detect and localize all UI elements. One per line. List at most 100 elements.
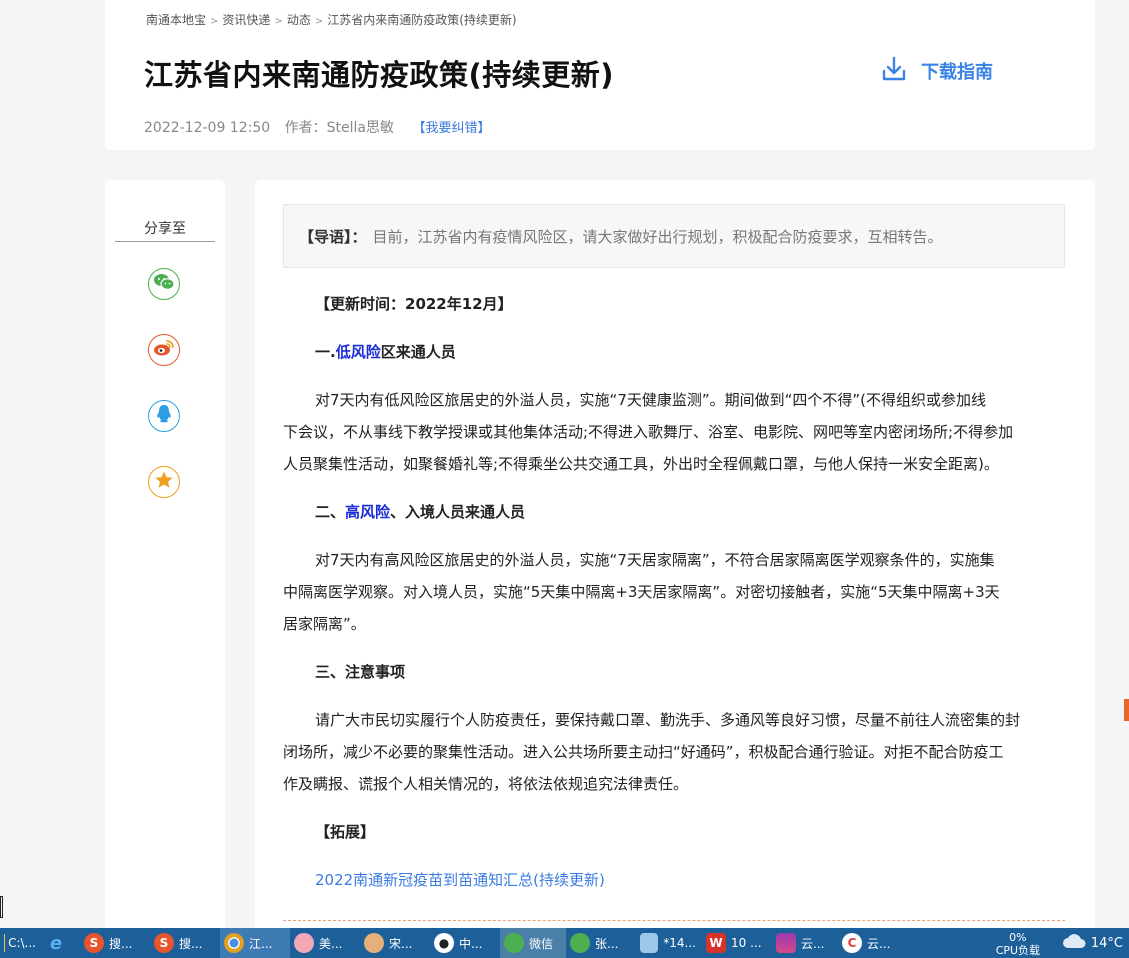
taskbar-label: 张... <box>595 936 619 951</box>
lead-label: 【导语】： <box>299 227 367 246</box>
section-prefix: 二、 <box>315 503 346 521</box>
publish-date: 2022-12-09 12:50 <box>144 120 271 136</box>
paragraph-low-risk: 对7天内有低风险区旅居史的外溢人员，实施“7天健康监测”。期间做到“四个不得”(… <box>283 384 1068 480</box>
taskbar-label: 搜... <box>179 936 203 951</box>
breadcrumb: 南通本地宝 > 资讯快递 > 动态 > 江苏省内来南通防疫政策(持续更新) <box>146 11 517 28</box>
taskbar-label: 云... <box>801 936 825 951</box>
article-meta: 2022-12-09 12:50 作者：Stella思敏 【我要纠错】 <box>144 117 490 137</box>
paragraph-line: 闭场所，减少不必要的聚集性活动。进入公共场所要主动扫“好通码”，积极配合通行验证… <box>283 743 1004 761</box>
taskbar-item-ie[interactable]: e <box>42 928 80 958</box>
breadcrumb-separator: > <box>274 16 283 27</box>
paragraph-high-risk: 对7天内有高风险区旅居史的外溢人员，实施“7天居家隔离”，不符合居家隔离医学观察… <box>283 544 1068 640</box>
ie-icon: e <box>49 932 63 954</box>
download-icon <box>881 56 907 86</box>
paragraph-line: 对7天内有低风险区旅居史的外溢人员，实施“7天健康监测”。期间做到“四个不得”(… <box>315 391 987 409</box>
cpu-load-meter[interactable]: 0% CPU负载 <box>986 928 1050 958</box>
extension-link[interactable]: 2022南通新冠疫苗到苗通知汇总(持续更新) <box>283 864 1068 896</box>
wechat-icon <box>153 273 175 295</box>
penguin-icon: ● <box>434 933 454 953</box>
extension-heading: 【拓展】 <box>315 823 376 841</box>
qq-icon <box>155 404 173 428</box>
paragraph-line: 对7天内有高风险区旅居史的外溢人员，实施“7天居家隔离”，不符合居家隔离医学观察… <box>315 551 995 569</box>
section-heading-low-risk: 一.低风险区来通人员 <box>283 336 1068 368</box>
wps-icon: W <box>706 933 726 953</box>
share-qzone-button[interactable] <box>148 466 180 498</box>
star-icon <box>154 470 174 494</box>
update-time: 【更新时间：2022年12月】 <box>315 295 513 313</box>
report-error-link[interactable]: 【我要纠错】 <box>412 121 490 136</box>
breadcrumb-current: 江苏省内来南通防疫政策(持续更新) <box>327 13 517 27</box>
cloud-app-icon: C <box>842 933 862 953</box>
taskbar-item-sogou-1[interactable]: S 搜... <box>80 928 150 958</box>
content-divider <box>283 920 1065 921</box>
breadcrumb-dynamic[interactable]: 动态 <box>287 13 311 27</box>
low-risk-keyword: 低风险 <box>335 343 381 361</box>
share-weibo-button[interactable] <box>148 334 180 366</box>
share-sidebar: 分享至 <box>105 180 225 940</box>
article-header: 南通本地宝 > 资讯快递 > 动态 > 江苏省内来南通防疫政策(持续更新) 江苏省内来南通防… <box>105 0 1095 150</box>
share-title: 分享至 <box>144 221 186 237</box>
section-prefix: 一. <box>315 343 336 361</box>
taskbar-item-penguin[interactable]: ● 中... <box>430 928 500 958</box>
temperature: 14°C <box>1090 935 1123 951</box>
weather-widget[interactable]: 14°C <box>1050 933 1129 953</box>
taskbar-item-cloud[interactable]: C 云... <box>838 928 904 958</box>
lead-box: 【导语】： 目前，江苏省内有疫情风险区，请大家做好出行规划，积极配合防疫要求，互… <box>283 204 1065 268</box>
high-risk-keyword: 高风险 <box>345 503 391 521</box>
taskbar-item-sogou-2[interactable]: S 搜... <box>150 928 220 958</box>
author: 作者：Stella思敏 <box>284 120 394 136</box>
share-wechat-button[interactable] <box>148 268 180 300</box>
taskbar-item-explorer[interactable]: C:\... <box>0 928 42 958</box>
taskbar-item-meitu[interactable]: 美... <box>290 928 360 958</box>
wechat-icon <box>504 933 524 953</box>
paragraph-line: 作及瞒报、谎报个人相关情况的，将依法依规追究法律责任。 <box>283 775 689 793</box>
taskbar-item-wechat-chat[interactable]: 张... <box>566 928 636 958</box>
system-tray: 0% CPU负载 14°C <box>986 928 1129 958</box>
cpu-label: CPU负载 <box>995 944 1041 957</box>
taskbar-label: 中... <box>459 936 483 951</box>
breadcrumb-separator: > <box>210 16 219 27</box>
text-cursor <box>0 896 3 918</box>
taskbar-label: 10 ... <box>731 936 762 950</box>
paragraph-line: 下会议，不从事线下教学授课或其他集体活动;不得进入歌舞厅、浴室、电影院、网吧等室… <box>283 423 1014 441</box>
paragraph-line: 中隔离医学观察。对入境人员，实施“5天集中隔离+3天居家隔离”。对密切接触者，实… <box>283 583 1000 601</box>
section-heading-notes: 三、注意事项 <box>315 663 406 681</box>
taskbar-item-notepad[interactable]: *14... <box>636 928 702 958</box>
weibo-icon <box>153 339 175 361</box>
paragraph-notes: 请广大市民切实履行个人防疫责任，要保持戴口罩、勤洗手、多通风等良好习惯，尽量不前… <box>283 704 1068 800</box>
chrome-icon <box>224 933 244 953</box>
taskbar-label: C:\... <box>8 936 36 950</box>
taskbar-label: 江... <box>249 936 273 951</box>
cloud-icon <box>1062 933 1086 953</box>
lead-text: 目前，江苏省内有疫情风险区，请大家做好出行规划，积极配合防疫要求，互相转告。 <box>372 227 943 246</box>
taskbar-item-song[interactable]: 宋... <box>360 928 430 958</box>
notepad-icon <box>640 933 659 953</box>
scroll-to-top-tab[interactable] <box>1124 699 1129 721</box>
taskbar-item-wps[interactable]: W 10 ... <box>702 928 772 958</box>
download-guide-button[interactable]: 下载指南 <box>881 56 993 86</box>
taskbar-item-chrome[interactable]: 江... <box>220 928 290 958</box>
breadcrumb-home[interactable]: 南通本地宝 <box>146 13 206 27</box>
section-heading-high-risk: 二、高风险、入境人员来通人员 <box>283 496 1068 528</box>
winrar-icon <box>776 933 796 953</box>
taskbar-item-wechat[interactable]: 微信 <box>500 928 566 958</box>
taskbar-label: 搜... <box>109 936 133 951</box>
cpu-percent: 0% <box>1009 931 1027 944</box>
wechat-icon <box>570 933 590 953</box>
share-divider <box>115 241 215 242</box>
taskbar-label: 云... <box>867 936 891 951</box>
article-content: 【导语】： 目前，江苏省内有疫情风险区，请大家做好出行规划，积极配合防疫要求，互… <box>255 180 1095 940</box>
share-qq-button[interactable] <box>148 400 180 432</box>
article-body: 【更新时间：2022年12月】 一.低风险区来通人员 对7天内有低风险区旅居史的… <box>283 288 1068 896</box>
taskbar-label: 宋... <box>389 936 413 951</box>
windows-taskbar: C:\... e S 搜... S 搜... 江... 美... 宋... ● … <box>0 928 1129 958</box>
breadcrumb-news[interactable]: 资讯快递 <box>222 13 270 27</box>
song-icon <box>364 933 384 953</box>
page-title: 江苏省内来南通防疫政策(持续更新) <box>144 58 615 92</box>
taskbar-label: 美... <box>319 936 343 951</box>
taskbar-item-winrar[interactable]: 云... <box>772 928 838 958</box>
download-guide-label: 下载指南 <box>921 62 993 83</box>
paragraph-line: 居家隔离”。 <box>283 615 366 633</box>
meitu-icon <box>294 933 314 953</box>
section-suffix: 、入境人员来通人员 <box>390 503 526 521</box>
